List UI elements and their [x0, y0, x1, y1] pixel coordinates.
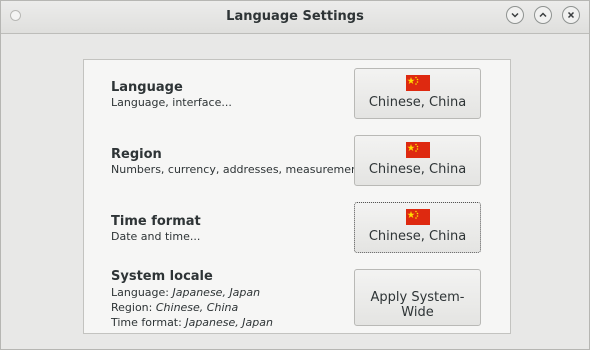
minimize-button[interactable]	[506, 6, 524, 24]
region-select-button[interactable]: Chinese, China	[354, 135, 481, 186]
settings-panel: Language Language, interface... Chinese,…	[83, 59, 511, 334]
language-description: Language, interface...	[111, 96, 232, 109]
region-button-label: Chinese, China	[368, 162, 467, 177]
close-icon	[567, 11, 575, 19]
chevron-up-icon	[539, 12, 547, 18]
china-flag-icon	[406, 142, 430, 158]
language-select-button[interactable]: Chinese, China	[354, 68, 481, 119]
chevron-down-icon	[511, 12, 519, 18]
title-bar[interactable]: Language Settings	[1, 1, 589, 34]
time-format-description: Date and time...	[111, 230, 201, 243]
system-locale-region-prefix: Region:	[111, 301, 156, 314]
close-button[interactable]	[562, 6, 580, 24]
time-format-select-button[interactable]: Chinese, China	[354, 202, 481, 253]
time-format-label: Time format	[111, 214, 201, 229]
system-locale-time-value: Japanese, Japan	[185, 316, 273, 329]
time-format-button-label: Chinese, China	[368, 229, 467, 244]
language-settings-window: Language Settings Language Language, int…	[0, 0, 590, 350]
apply-system-wide-label: Apply System-Wide	[370, 290, 465, 320]
system-locale-time-format: Time format: Japanese, Japan	[111, 316, 273, 329]
apply-system-wide-button[interactable]: Apply System-Wide	[354, 269, 481, 326]
system-locale-region: Region: Chinese, China	[111, 301, 238, 314]
language-button-label: Chinese, China	[368, 95, 467, 110]
region-label: Region	[111, 147, 162, 162]
system-locale-region-value: Chinese, China	[155, 301, 239, 314]
china-flag-icon	[406, 75, 430, 91]
system-locale-time-prefix: Time format:	[111, 316, 186, 329]
window-title: Language Settings	[226, 9, 364, 24]
system-locale-language: Language: Japanese, Japan	[111, 286, 260, 299]
region-description: Numbers, currency, addresses, measuremen…	[111, 163, 373, 176]
language-label: Language	[111, 80, 183, 95]
system-locale-label: System locale	[111, 269, 213, 284]
system-locale-language-prefix: Language:	[111, 286, 173, 299]
maximize-button[interactable]	[534, 6, 552, 24]
china-flag-icon	[406, 209, 430, 225]
system-locale-language-value: Japanese, Japan	[172, 286, 261, 299]
